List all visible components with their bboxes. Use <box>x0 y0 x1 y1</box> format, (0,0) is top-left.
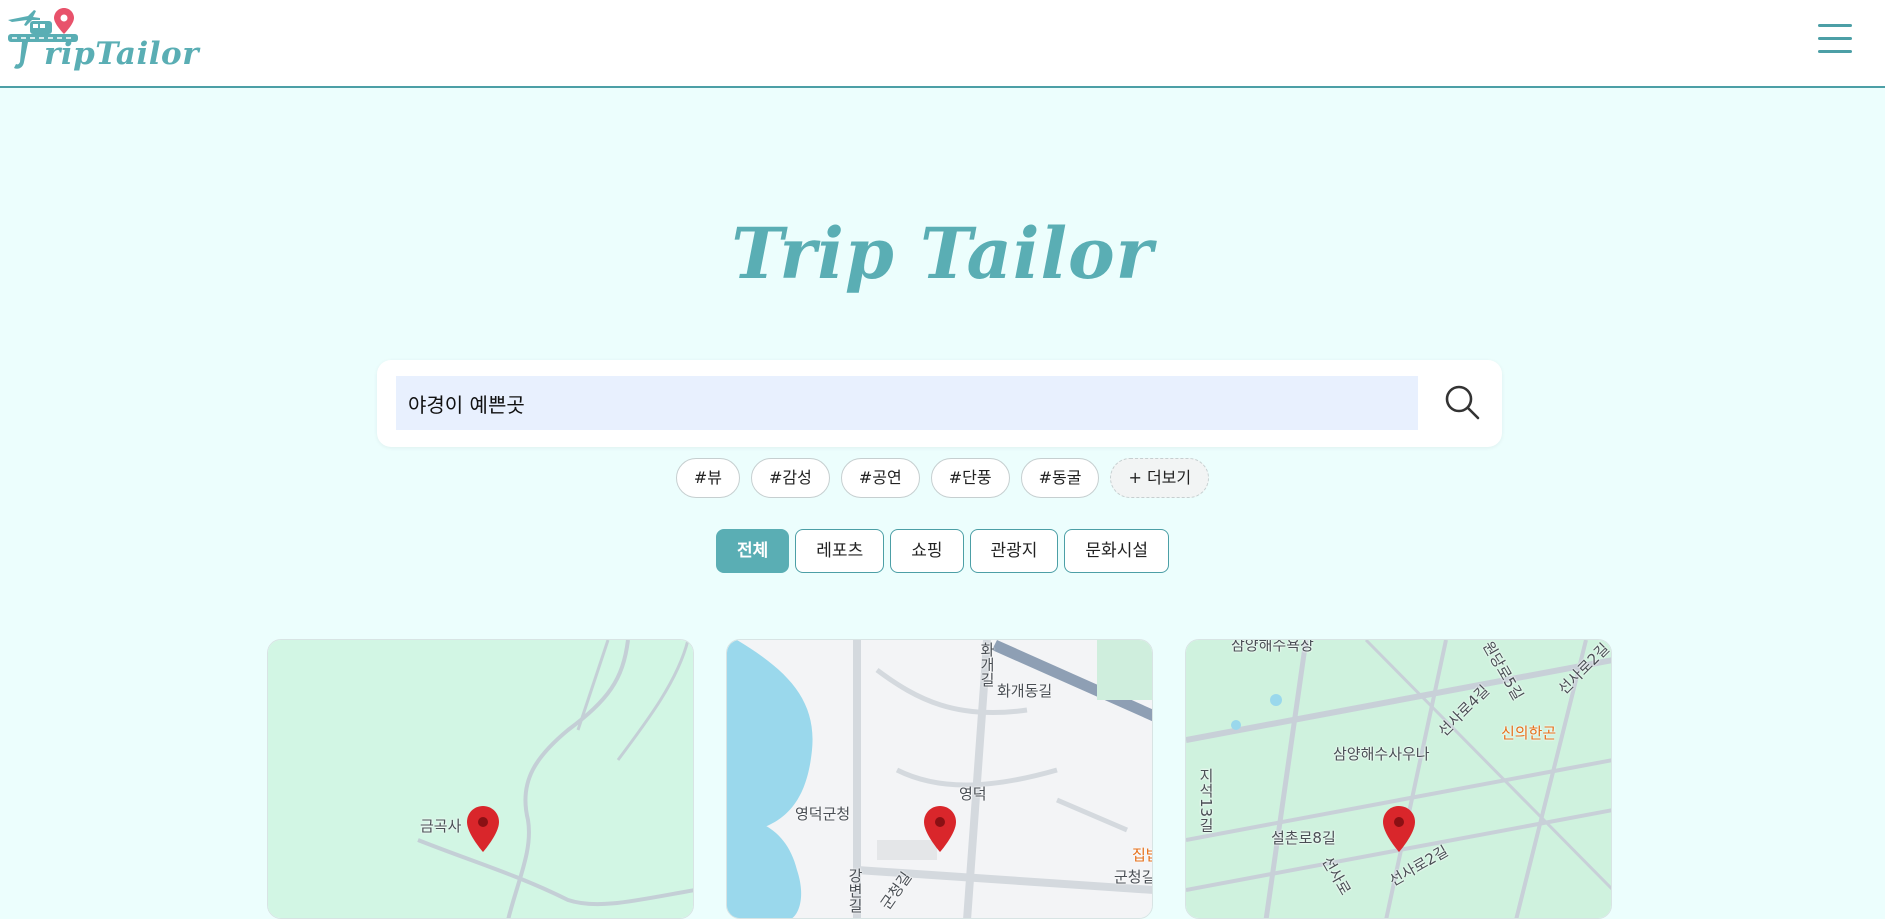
map-thumbnail <box>268 640 693 918</box>
map-label: 화개길 <box>978 642 996 687</box>
map-label: 영덕 <box>959 785 987 803</box>
result-card-2[interactable]: 화개동길 영덕군청 영덕 강변길 군청길 군청길 집밥 화개길 <box>726 639 1153 919</box>
category-shopping[interactable]: 쇼핑 <box>890 529 964 573</box>
map-label: 설촌로8길 <box>1271 829 1336 847</box>
tag-more-button[interactable]: + 더보기 <box>1110 458 1210 498</box>
tag-view[interactable]: #뷰 <box>675 458 741 498</box>
map-label: 금곡사 <box>420 817 462 835</box>
category-leisure[interactable]: 레포츠 <box>795 529 885 573</box>
map-label: 집밥 <box>1132 846 1152 864</box>
top-bar: ripTailor <box>0 0 1885 88</box>
map-label: 강변길 <box>846 868 864 913</box>
tag-emotion[interactable]: #감성 <box>751 458 830 498</box>
map-label: 삼양해수욕장 <box>1231 639 1314 654</box>
category-culture[interactable]: 문화시설 <box>1064 529 1169 573</box>
result-card-3[interactable]: 삼양해수욕장 신의한곤 삼양해수사우나 선사로4길 원당로5길 선사로2길 지석… <box>1185 639 1612 919</box>
map-label: 삼양해수사우나 <box>1333 745 1430 763</box>
map-label: 지석13길 <box>1197 768 1215 833</box>
location-pin-icon <box>924 806 956 852</box>
hashtag-list: #뷰 #감성 #공연 #단풍 #동굴 + 더보기 <box>0 458 1885 498</box>
search-box <box>377 360 1502 447</box>
location-pin-icon <box>1383 806 1415 852</box>
menu-line <box>1818 24 1852 27</box>
search-icon <box>1445 385 1480 420</box>
logo-text: ripTailor <box>44 36 200 72</box>
map-label: 화개동길 <box>997 682 1053 700</box>
map-label: 군청길 <box>1114 868 1153 886</box>
map-thumbnail <box>727 640 1152 918</box>
tag-cave[interactable]: #동굴 <box>1020 458 1100 498</box>
map-label: 영덕군청 <box>795 805 851 823</box>
menu-line <box>1818 37 1852 40</box>
tag-autumn-leaves[interactable]: #단풍 <box>930 458 1010 498</box>
location-pin-icon <box>467 806 499 852</box>
result-card-1[interactable]: 금곡사 <box>267 639 694 919</box>
search-button[interactable] <box>1438 378 1488 428</box>
menu-line <box>1818 50 1852 53</box>
category-all[interactable]: 전체 <box>716 529 790 573</box>
triptailor-logo[interactable]: ripTailor <box>6 6 206 76</box>
map-label: 신의한곤 <box>1501 724 1557 742</box>
page-title: Trip Tailor <box>731 212 1154 295</box>
category-attractions[interactable]: 관광지 <box>969 529 1059 573</box>
search-input[interactable] <box>396 376 1418 430</box>
hamburger-menu-icon[interactable] <box>1818 24 1852 58</box>
tag-performance[interactable]: #공연 <box>840 458 920 498</box>
category-filter: 전체 레포츠 쇼핑 관광지 문화시설 <box>0 529 1885 573</box>
